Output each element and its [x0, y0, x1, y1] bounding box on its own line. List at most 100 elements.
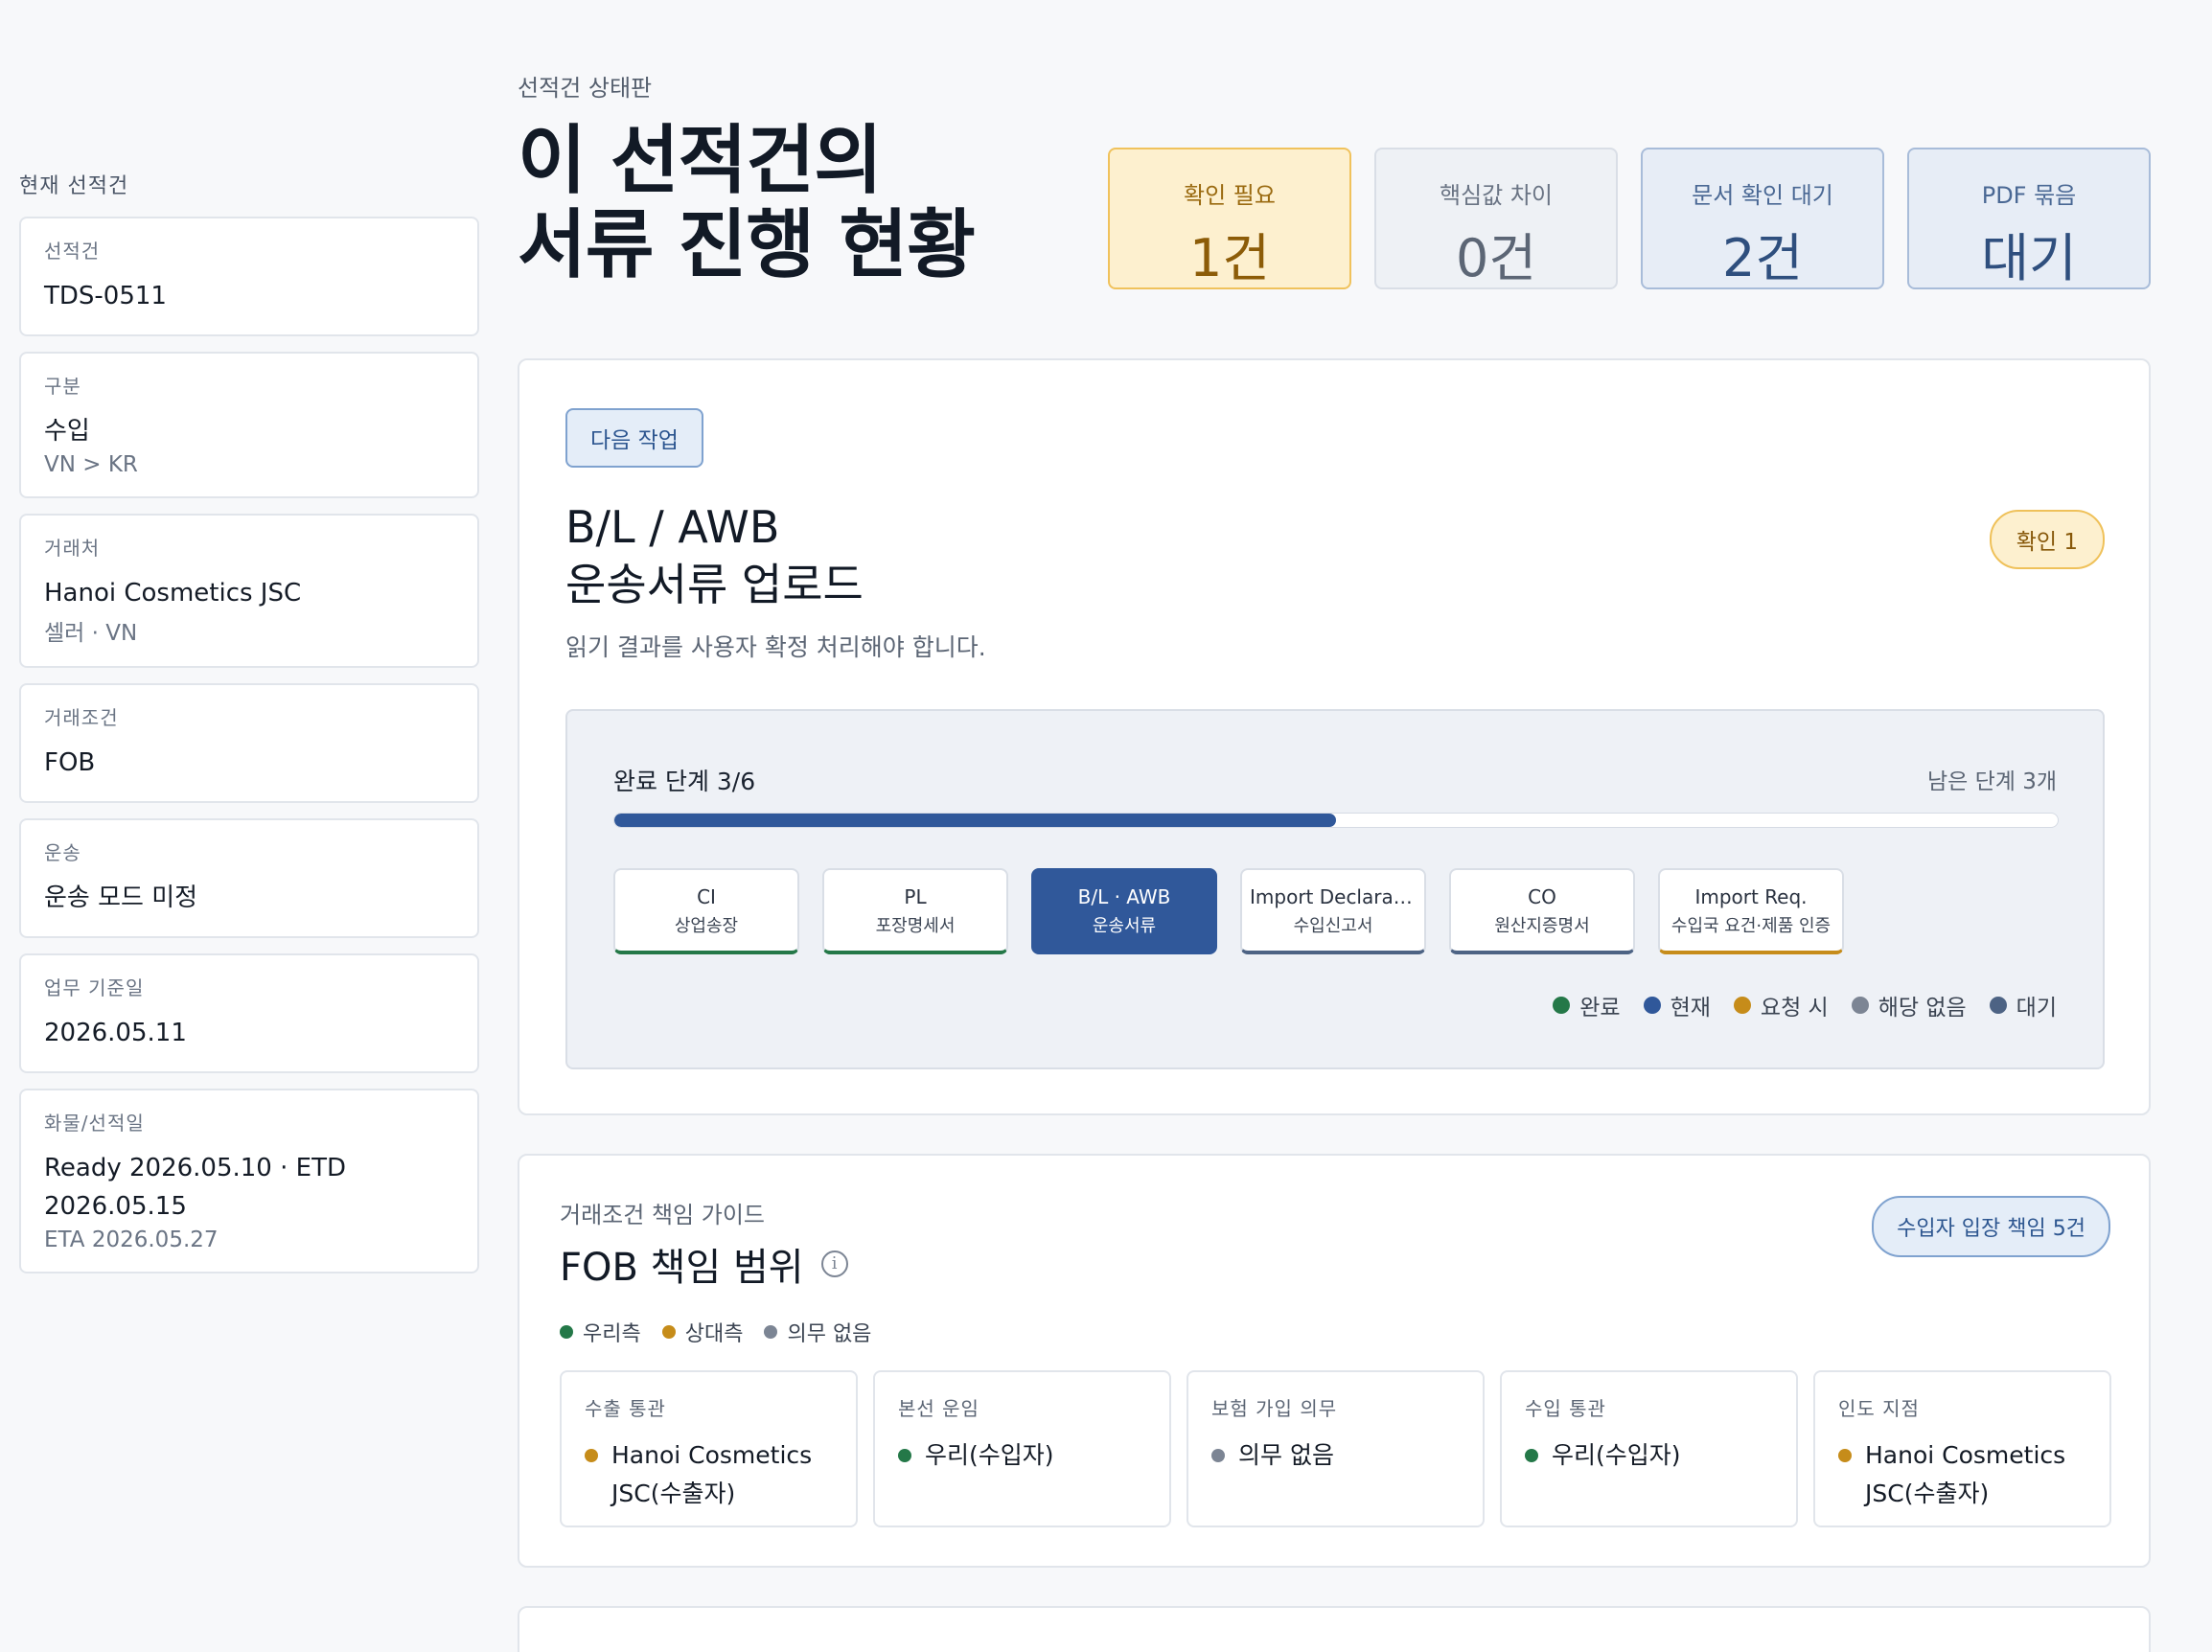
step-code: CI [697, 885, 716, 908]
duty-dot [1838, 1449, 1852, 1462]
card-sub: ETA 2026.05.27 [44, 1228, 219, 1252]
info-icon[interactable]: i [820, 1250, 848, 1277]
guide-title: FOB 책임 범위 i [560, 1236, 848, 1292]
base-date-card: 업무 기준일 2026.05.11 [19, 953, 479, 1073]
step-ci[interactable]: CI 상업송장 [613, 868, 799, 954]
sidebar-heading: 현재 선적건 [19, 174, 129, 198]
card-sub: 셀러 · VN [44, 621, 138, 646]
duty-value-text: Hanoi Cosmetics JSC(수출자) [611, 1441, 813, 1507]
stat-label: 핵심값 차이 [1439, 182, 1554, 209]
duty-value: 의무 없음 [1211, 1436, 1460, 1475]
cargo-date-card: 화물/선적일 Ready 2026.05.10 · ETD 2026.05.15… [19, 1089, 479, 1273]
step-name: 운송서류 [1092, 916, 1157, 936]
card-label: 구분 [44, 375, 81, 398]
page-title-line1: 이 선적건의 [518, 118, 883, 204]
card-label: 거래조건 [44, 706, 119, 729]
stat-label: 확인 필요 [1184, 182, 1276, 209]
incoterm-card: 거래조건 FOB [19, 683, 479, 803]
duty-value: 우리(수입자) [1525, 1436, 1773, 1475]
stat-value: 0건 [1455, 228, 1537, 288]
legend-item: 완료 [1553, 989, 1621, 1021]
duty-value: Hanoi Cosmetics JSC(수출자) [585, 1436, 833, 1513]
next-task-panel: 다음 작업 B/L / AWB 운송서류 업로드 확인 1 읽기 결과를 사용자… [518, 358, 2151, 1115]
duty-count-badge[interactable]: 수입자 입장 책임 5건 [1872, 1196, 2110, 1257]
step-code: B/L · AWB [1077, 885, 1171, 908]
step-pl[interactable]: PL 포장명세서 [822, 868, 1008, 954]
legend-label: 우리측 [583, 1322, 641, 1346]
duty-value-text: 우리(수입자) [1552, 1441, 1681, 1469]
step-name: 원산지증명서 [1494, 916, 1590, 936]
confirm-count-badge[interactable]: 확인 1 [1989, 510, 2105, 569]
duty-label: 인도 지점 [1838, 1397, 1920, 1420]
legend-label: 완료 [1579, 996, 1621, 1021]
step-import-declaration[interactable]: Import Declaration 수입신고서 [1240, 868, 1426, 954]
guide-crumb: 거래조건 책임 가이드 [560, 1202, 765, 1228]
page-title: 이 선적건의 서류 진행 현황 [518, 119, 1093, 287]
step-code: PL [904, 885, 927, 908]
legend-label: 의무 없음 [787, 1322, 872, 1346]
step-code: CO [1528, 885, 1556, 908]
step-name: 상업송장 [674, 916, 739, 936]
step-bl-awb[interactable]: B/L · AWB 운송서류 [1031, 868, 1217, 954]
next-task-tag: 다음 작업 [565, 408, 703, 468]
step-name: 포장명세서 [875, 916, 956, 936]
card-value: 운송 모드 미정 [44, 883, 198, 912]
duty-value-text: Hanoi Cosmetics JSC(수출자) [1865, 1441, 2066, 1507]
shipment-id-card: 선적건 TDS-0511 [19, 217, 479, 336]
card-label: 화물/선적일 [44, 1112, 145, 1135]
duty-label: 본선 운임 [898, 1397, 979, 1420]
duty-delivery-point: 인도 지점 Hanoi Cosmetics JSC(수출자) [1813, 1370, 2111, 1527]
progress-fill [614, 814, 1336, 827]
card-value: 수입 [44, 417, 90, 446]
stat-key-diff[interactable]: 핵심값 차이 0건 [1374, 148, 1618, 289]
stat-label: PDF 묶음 [1981, 182, 2077, 209]
guide-legend: 우리측 상대측 의무 없음 [560, 1317, 871, 1347]
legend-label: 상대측 [684, 1322, 744, 1346]
card-label: 거래처 [44, 537, 101, 560]
step-co[interactable]: CO 원산지증명서 [1449, 868, 1635, 954]
stat-doc-pending[interactable]: 문서 확인 대기 2건 [1641, 148, 1884, 289]
duty-dot [585, 1449, 598, 1462]
duty-import-clearance: 수입 통관 우리(수입자) [1500, 1370, 1798, 1527]
step-legend: 완료 현재 요청 시 해당 없음 대기 [1553, 989, 2057, 1021]
card-label: 운송 [44, 841, 81, 864]
progress-box: 완료 단계 3/6 남은 단계 3개 CI 상업송장 PL 포장명세서 B/L … [565, 709, 2105, 1069]
legend-dot [661, 1325, 676, 1339]
progress-label: 완료 단계 3/6 [613, 768, 756, 795]
breadcrumb: 선적건 상태판 [518, 75, 653, 102]
duty-label: 수출 통관 [585, 1397, 666, 1420]
duty-export-clearance: 수출 통관 Hanoi Cosmetics JSC(수출자) [560, 1370, 858, 1527]
duty-main-freight: 본선 운임 우리(수입자) [873, 1370, 1171, 1527]
next-task-title: B/L / AWB 운송서류 업로드 [565, 498, 864, 613]
shipment-sidebar: 현재 선적건 선적건 TDS-0511 구분 수입 VN > KR 거래처 Ha… [19, 169, 479, 1289]
card-value: Hanoi Cosmetics JSC [44, 579, 302, 608]
duty-dot [1525, 1449, 1538, 1462]
stat-value: 1건 [1188, 228, 1271, 288]
legend-label: 대기 [2016, 996, 2057, 1021]
duty-grid: 수출 통관 Hanoi Cosmetics JSC(수출자) 본선 운임 우리(… [560, 1370, 2111, 1527]
next-task-title-line1: B/L / AWB [565, 501, 780, 553]
partner-card: 거래처 Hanoi Cosmetics JSC 셀러 · VN [19, 514, 479, 668]
stat-pdf-bundle[interactable]: PDF 묶음 대기 [1907, 148, 2151, 289]
legend-item: 요청 시 [1733, 989, 1829, 1021]
legend-item: 의무 없음 [764, 1317, 871, 1347]
stat-label: 문서 확인 대기 [1692, 182, 1833, 209]
next-task-title-line2: 운송서류 업로드 [565, 559, 864, 610]
stat-needs-review[interactable]: 확인 필요 1건 [1108, 148, 1351, 289]
card-value: TDS-0511 [44, 282, 167, 310]
step-import-req[interactable]: Import Req. 수입국 요건·제품 인증 [1658, 868, 1844, 954]
progress-remaining: 남은 단계 3개 [1926, 769, 2057, 794]
legend-item: 상대측 [661, 1317, 744, 1347]
step-code: Import Req. [1694, 885, 1808, 908]
legend-dot [764, 1325, 778, 1339]
legend-item: 우리측 [560, 1317, 641, 1347]
card-label: 업무 기준일 [44, 976, 145, 999]
legend-dot [1733, 997, 1751, 1014]
duty-dot [898, 1449, 911, 1462]
legend-label: 요청 시 [1760, 996, 1829, 1021]
duty-label: 보험 가입 의무 [1211, 1397, 1338, 1420]
card-value: FOB [44, 748, 96, 777]
step-name: 수입국 요건·제품 인증 [1671, 916, 1832, 936]
legend-dot [1553, 997, 1571, 1014]
next-task-description: 읽기 결과를 사용자 확정 처리해야 합니다. [565, 633, 986, 661]
